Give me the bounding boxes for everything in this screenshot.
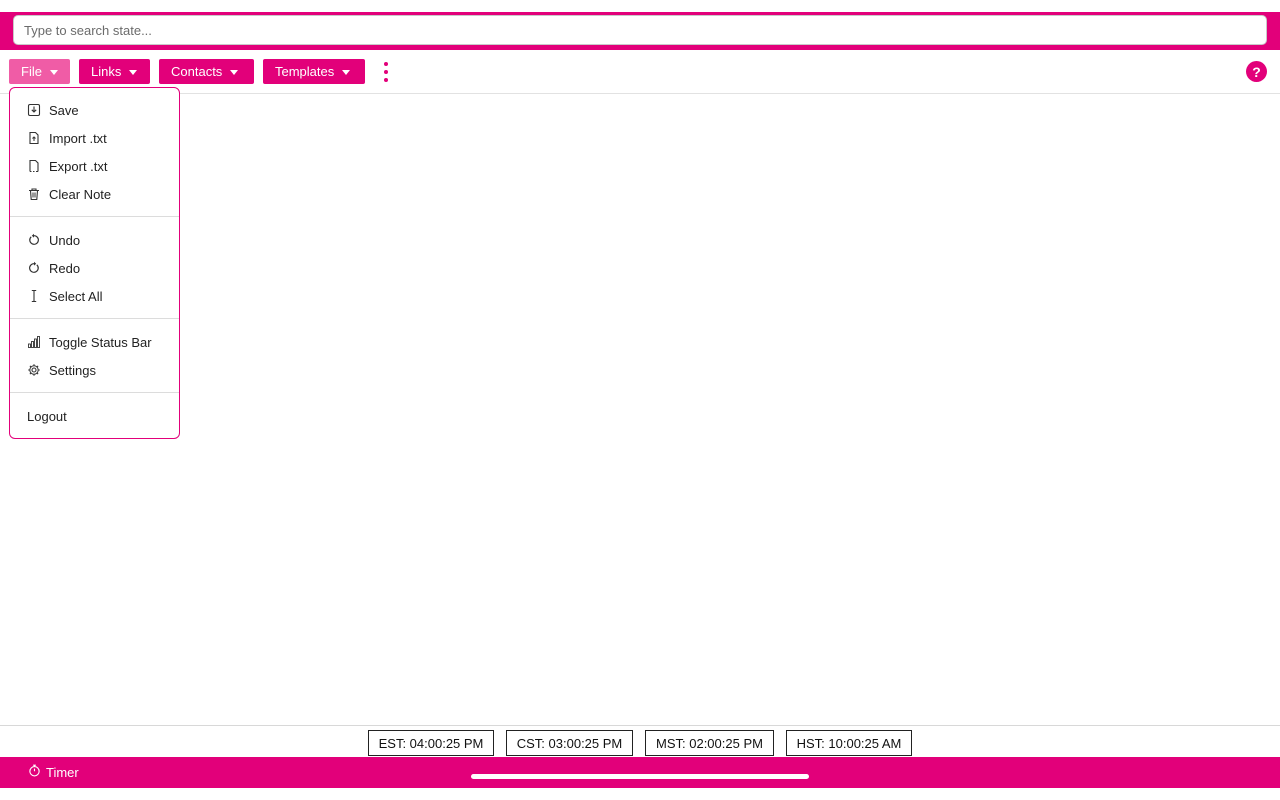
save-icon [27,103,41,117]
text-cursor-icon [27,289,41,303]
menu-item-settings[interactable]: Settings [10,357,179,383]
clock-hst-text: HST: 10:00:25 AM [796,735,902,751]
help-label: ? [1252,63,1261,80]
menu-item-label: Toggle Status Bar [49,334,152,350]
file-menu-label: File [21,64,42,79]
file-dropdown-menu: Save Import .txt Export .txt Clear Note … [9,87,180,439]
menu-item-label: Redo [49,260,81,276]
clock-est-text: EST: 04:00:25 PM [378,735,484,751]
templates-menu-label: Templates [275,64,335,79]
timer-button[interactable]: Timer [28,764,79,780]
home-indicator [471,774,809,779]
menu-item-redo[interactable]: Redo [10,255,179,281]
gear-icon [27,363,41,377]
caret-down-icon [230,69,239,75]
bottom-strip [0,788,1280,800]
top-strip [0,0,1280,12]
menu-item-label: Select All [49,288,103,304]
clock-est: EST: 04:00:25 PM [368,730,494,756]
caret-down-icon [342,69,351,75]
menu-toolbar: File Links Contacts Templates [0,50,1280,94]
menu-item-clear-note[interactable]: Clear Note [10,181,179,207]
caret-down-icon [129,69,138,75]
menu-item-label: Import .txt [49,130,107,146]
contacts-menu-button[interactable]: Contacts [159,59,254,84]
menu-item-label: Logout [27,408,67,424]
redo-icon [27,261,41,275]
more-vertical-icon[interactable] [380,62,392,82]
export-file-icon [27,159,41,173]
menu-item-export-txt[interactable]: Export .txt [10,153,179,179]
stopwatch-icon [28,764,41,780]
status-bar: EST: 04:00:25 PM CST: 03:00:25 PM MST: 0… [0,725,1280,757]
clock-mst-text: MST: 02:00:25 PM [656,735,763,751]
links-menu-button[interactable]: Links [79,59,150,84]
trash-icon [27,187,41,201]
clock-cst: CST: 03:00:25 PM [506,730,633,756]
menu-divider [10,392,179,393]
menu-item-import-txt[interactable]: Import .txt [10,125,179,151]
caret-down-icon [49,69,58,75]
menu-item-label: Settings [49,362,96,378]
import-file-icon [27,131,41,145]
contacts-menu-label: Contacts [171,64,223,79]
links-menu-label: Links [91,64,122,79]
search-input[interactable] [13,15,1267,45]
menu-item-toggle-status-bar[interactable]: Toggle Status Bar [10,329,179,355]
menu-item-logout[interactable]: Logout [10,403,179,429]
footer-bar: Timer [0,757,1280,788]
menu-item-undo[interactable]: Undo [10,227,179,253]
menu-item-select-all[interactable]: Select All [10,283,179,309]
clock-cst-text: CST: 03:00:25 PM [516,735,623,751]
clock-hst: HST: 10:00:25 AM [786,730,912,756]
timer-label: Timer [46,764,79,780]
menu-item-save[interactable]: Save [10,97,179,123]
search-bar [0,12,1280,50]
clock-mst: MST: 02:00:25 PM [645,730,774,756]
menu-item-label: Export .txt [49,158,108,174]
menu-item-label: Clear Note [49,186,112,202]
templates-menu-button[interactable]: Templates [263,59,365,84]
undo-icon [27,233,41,247]
file-menu-button[interactable]: File [9,59,70,84]
menu-item-label: Save [49,102,79,118]
menu-divider [10,216,179,217]
menu-item-label: Undo [49,232,81,248]
help-icon[interactable]: ? [1246,61,1267,82]
menu-divider [10,318,179,319]
signal-bars-icon [27,335,41,349]
